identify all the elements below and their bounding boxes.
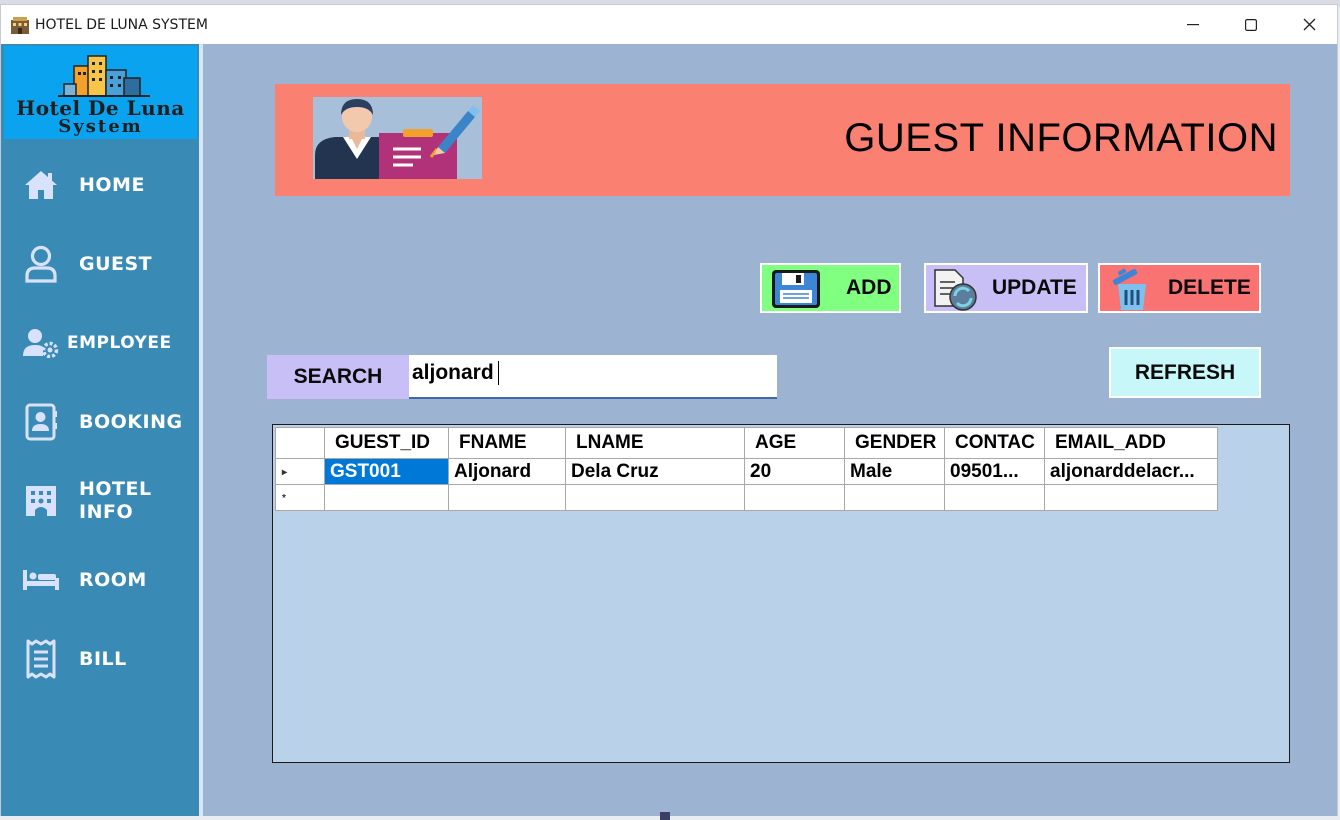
- sidebar-item-room[interactable]: ROOM: [21, 552, 193, 608]
- logo-subtitle: System: [58, 116, 143, 137]
- sidebar-item-home[interactable]: HOME: [21, 157, 193, 213]
- sidebar-item-label: ROOM: [79, 568, 147, 591]
- hotel-buildings-icon: [58, 55, 150, 97]
- receptionist-clipboard-icon: [313, 97, 482, 179]
- delete-button[interactable]: DELETE: [1098, 263, 1261, 313]
- sidebar-item-guest[interactable]: GUEST: [21, 236, 193, 292]
- refresh-button-label: REFRESH: [1134, 360, 1236, 384]
- home-icon: [21, 165, 61, 205]
- column-header-age[interactable]: AGE: [744, 427, 845, 459]
- table-row[interactable]: ▸ GST001 Aljonard Dela Cruz 20 Male 0950…: [275, 458, 1218, 485]
- table-cell[interactable]: [448, 484, 566, 511]
- sidebar-item-label: EMPLOYEE: [67, 332, 172, 353]
- table-cell-email[interactable]: aljonarddelacr...: [1044, 458, 1218, 485]
- sidebar-item-label: GUEST: [79, 252, 153, 275]
- page-header-banner: GUEST INFORMATION: [275, 84, 1290, 196]
- receipt-icon: [21, 639, 61, 679]
- row-header-new[interactable]: *: [275, 484, 325, 511]
- hotel-app-icon: [10, 16, 30, 34]
- add-button[interactable]: ADD: [760, 263, 901, 313]
- column-header-email[interactable]: EMAIL_ADD: [1044, 427, 1218, 459]
- table-cell[interactable]: [944, 484, 1045, 511]
- title-bar[interactable]: HOTEL DE LUNA SYSTEM: [1, 5, 1337, 44]
- user-gear-icon: [21, 323, 61, 363]
- sidebar-item-bill[interactable]: BILL: [21, 631, 193, 687]
- sidebar-item-label: BILL: [79, 647, 127, 670]
- table-new-row[interactable]: *: [275, 484, 1218, 511]
- column-header-fname[interactable]: FNAME: [448, 427, 566, 459]
- maximize-button[interactable]: [1222, 5, 1280, 44]
- table-header-row: GUEST_ID FNAME LNAME AGE GENDER CONTAC E…: [275, 427, 1218, 459]
- sidebar: Hotel De Luna System HOME GUEST EMPLOYEE: [1, 44, 199, 816]
- table-cell[interactable]: [844, 484, 945, 511]
- row-header-current[interactable]: ▸: [275, 458, 325, 485]
- table-cell-lname[interactable]: Dela Cruz: [565, 458, 745, 485]
- page-title: GUEST INFORMATION: [844, 116, 1278, 160]
- delete-button-label: DELETE: [1168, 276, 1251, 299]
- sidebar-item-label: HOTEL INFO: [79, 478, 152, 523]
- search-input[interactable]: [409, 355, 777, 399]
- refresh-button[interactable]: REFRESH: [1109, 347, 1261, 398]
- app-window: HOTEL DE LUNA SYSTEM Hotel De Luna Syste…: [0, 4, 1338, 816]
- table-cell[interactable]: [1044, 484, 1218, 511]
- table-cell-age[interactable]: 20: [744, 458, 845, 485]
- user-icon: [21, 244, 61, 284]
- add-button-label: ADD: [846, 276, 892, 299]
- row-header-corner: [275, 427, 325, 459]
- table-cell[interactable]: [744, 484, 845, 511]
- sidebar-item-hotel-info[interactable]: HOTEL INFO: [21, 473, 193, 529]
- minimize-button[interactable]: [1164, 5, 1222, 44]
- text-caret: [498, 361, 499, 385]
- new-row-indicator-icon: *: [282, 493, 286, 504]
- table-cell[interactable]: [324, 484, 449, 511]
- window-title: HOTEL DE LUNA SYSTEM: [35, 17, 208, 33]
- table-cell[interactable]: [565, 484, 745, 511]
- sidebar-item-label: HOME: [79, 173, 145, 196]
- sidebar-item-label: BOOKING: [79, 410, 183, 433]
- search-label: SEARCH: [267, 355, 409, 399]
- hotel-icon: [21, 481, 61, 521]
- close-icon: [1303, 18, 1315, 31]
- trash-icon: [1106, 268, 1152, 318]
- column-header-contact[interactable]: CONTAC: [944, 427, 1045, 459]
- sidebar-item-booking[interactable]: BOOKING: [21, 394, 193, 450]
- table-cell-gender[interactable]: Male: [844, 458, 945, 485]
- current-row-indicator-icon: ▸: [282, 467, 288, 478]
- logo: Hotel De Luna System: [4, 46, 197, 139]
- floppy-disk-icon: [770, 268, 824, 316]
- column-header-gender[interactable]: GENDER: [844, 427, 945, 459]
- main-panel: GUEST INFORMATION ADD UPDATE DELETE REFR…: [203, 44, 1337, 816]
- close-button[interactable]: [1280, 5, 1338, 44]
- update-button[interactable]: UPDATE: [924, 263, 1088, 313]
- bed-icon: [21, 560, 61, 600]
- address-book-icon: [21, 402, 61, 442]
- update-button-label: UPDATE: [992, 276, 1077, 299]
- column-header-lname[interactable]: LNAME: [565, 427, 745, 459]
- maximize-icon: [1245, 18, 1257, 31]
- table-cell-fname[interactable]: Aljonard: [448, 458, 566, 485]
- guest-table: GUEST_ID FNAME LNAME AGE GENDER CONTAC E…: [275, 427, 1218, 511]
- document-refresh-icon: [931, 268, 989, 318]
- table-cell-contact[interactable]: 09501...: [944, 458, 1045, 485]
- guest-data-grid[interactable]: GUEST_ID FNAME LNAME AGE GENDER CONTAC E…: [272, 424, 1290, 763]
- column-header-guest-id[interactable]: GUEST_ID: [324, 427, 449, 459]
- minimize-icon: [1187, 23, 1199, 25]
- taskbar-fragment: [660, 812, 670, 820]
- table-cell-guest-id[interactable]: GST001: [324, 458, 449, 485]
- sidebar-item-employee[interactable]: EMPLOYEE: [21, 315, 193, 371]
